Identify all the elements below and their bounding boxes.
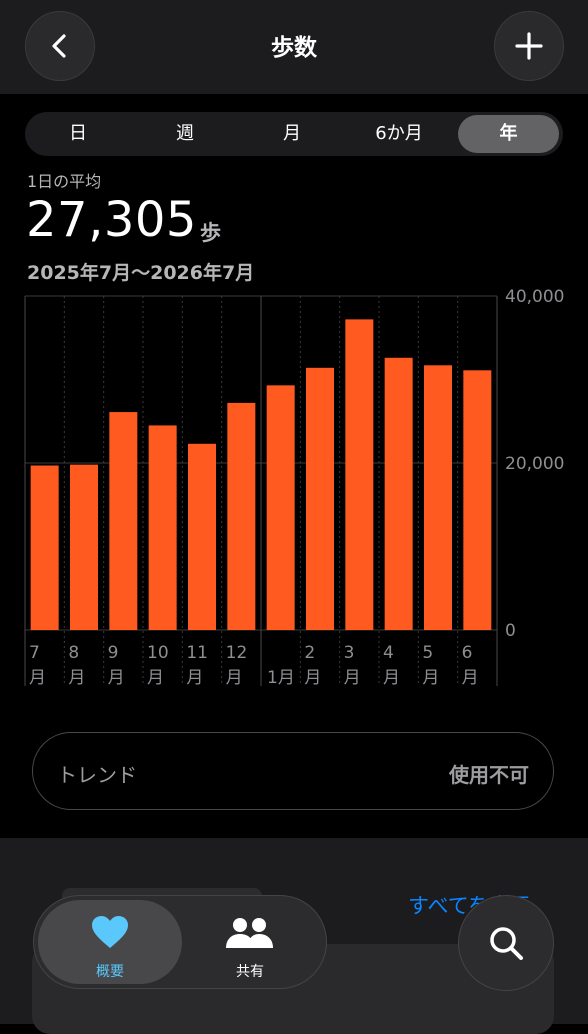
bar[interactable]	[266, 385, 295, 630]
x-tick-unit: 月	[304, 668, 321, 688]
x-tick-unit: 月	[147, 668, 164, 688]
segment-day[interactable]: 日	[25, 115, 131, 153]
bar[interactable]	[463, 370, 492, 630]
bar[interactable]	[227, 402, 256, 630]
bar[interactable]	[424, 365, 452, 630]
y-tick-label: 20,000	[505, 454, 564, 474]
steps-bar-chart[interactable]: 7 月 8 月 9 月 10 月 11 月 12 月 1月 2 月 3 月 4 月 5 月 6 月 0 20,000 40,000	[0, 280, 588, 690]
tab-sharing-label: 共有	[236, 964, 264, 980]
x-tick-unit: 月	[344, 668, 361, 688]
x-tick-label: 1月	[267, 668, 295, 688]
x-tick-label: 3	[344, 643, 355, 663]
x-tick-label: 4	[383, 643, 394, 663]
bar[interactable]	[148, 425, 177, 630]
period-segmented-control: 日 週 月 6か月 年	[25, 112, 563, 156]
heart-icon	[92, 916, 128, 948]
y-tick-label: 0	[505, 621, 516, 641]
tab-summary[interactable]: 概要	[38, 900, 182, 984]
search-button[interactable]	[458, 895, 554, 991]
add-data-button[interactable]	[494, 11, 564, 81]
average-label: 1日の平均	[27, 172, 102, 191]
x-tick-unit: 月	[462, 668, 479, 688]
x-tick-label: 9	[108, 643, 119, 663]
search-icon	[490, 927, 523, 960]
x-tick-unit: 月	[422, 668, 439, 688]
segment-month[interactable]: 月	[239, 115, 345, 153]
trend-row[interactable]: トレンド 使用不可	[32, 732, 554, 810]
average-value: 27,305	[26, 192, 197, 248]
x-tick-unit: 月	[383, 668, 400, 688]
x-tick-unit: 月	[68, 668, 85, 688]
x-tick-unit: 月	[186, 668, 203, 688]
bar[interactable]	[345, 319, 374, 630]
trend-value: 使用不可	[449, 763, 529, 787]
bar[interactable]	[30, 465, 59, 630]
x-tick-label: 10	[147, 643, 169, 663]
bar[interactable]	[306, 367, 334, 630]
navigation-bar: 歩数	[0, 0, 588, 94]
x-tick-label: 5	[422, 643, 433, 663]
bar[interactable]	[70, 464, 98, 630]
bar[interactable]	[188, 443, 216, 630]
segment-6-months[interactable]: 6か月	[346, 115, 452, 153]
x-tick-unit: 月	[226, 668, 243, 688]
x-tick-label: 11	[186, 643, 208, 663]
x-tick-label: 6	[462, 643, 473, 663]
trend-label: トレンド	[57, 763, 137, 787]
bar[interactable]	[109, 412, 138, 630]
tab-bar: 概要 共有	[33, 895, 327, 989]
x-tick-unit: 月	[29, 668, 46, 688]
y-tick-label: 40,000	[505, 287, 564, 307]
plus-icon	[515, 32, 543, 60]
x-tick-label: 7	[29, 643, 40, 663]
tab-summary-label: 概要	[96, 964, 124, 980]
tab-sharing[interactable]: 共有	[178, 900, 322, 984]
x-tick-label: 8	[68, 643, 79, 663]
x-tick-unit: 月	[108, 668, 125, 688]
bar[interactable]	[384, 357, 413, 630]
people-icon	[226, 918, 273, 948]
average-unit: 歩	[200, 221, 221, 245]
x-tick-label: 2	[304, 643, 315, 663]
segment-year[interactable]: 年	[458, 115, 559, 153]
segment-week[interactable]: 週	[132, 115, 238, 153]
x-tick-label: 12	[226, 643, 248, 663]
